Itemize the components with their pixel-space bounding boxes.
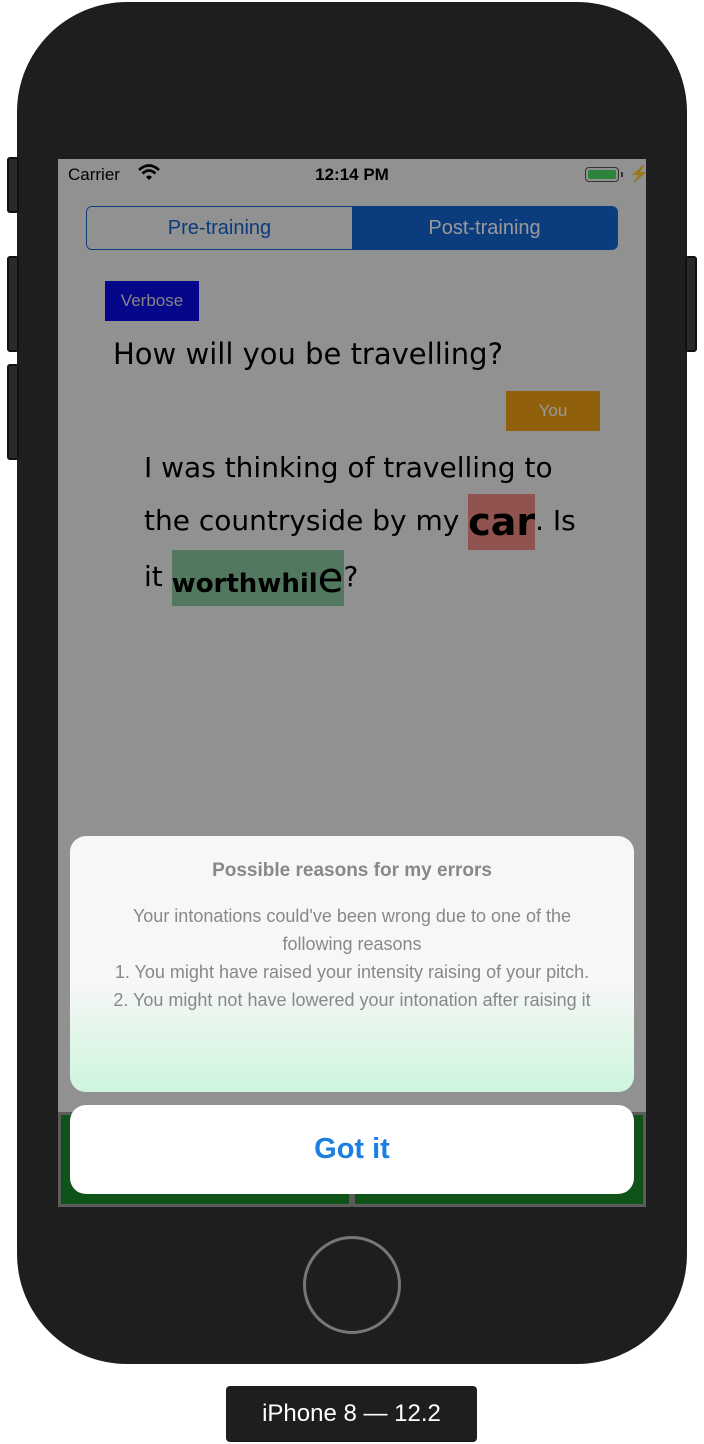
- volume-up-button: [7, 256, 19, 352]
- volume-down-button: [7, 364, 19, 460]
- got-it-button[interactable]: Got it: [70, 1105, 634, 1194]
- alert-dialog: Possible reasons for my errors Your into…: [70, 836, 634, 1092]
- device-caption: iPhone 8 — 12.2: [226, 1386, 477, 1442]
- alert-title: Possible reasons for my errors: [212, 860, 492, 881]
- home-button[interactable]: [303, 1236, 401, 1334]
- alert-message: Your intonations could've been wrong due…: [113, 906, 591, 1010]
- power-button: [685, 256, 697, 352]
- mute-switch: [7, 157, 19, 213]
